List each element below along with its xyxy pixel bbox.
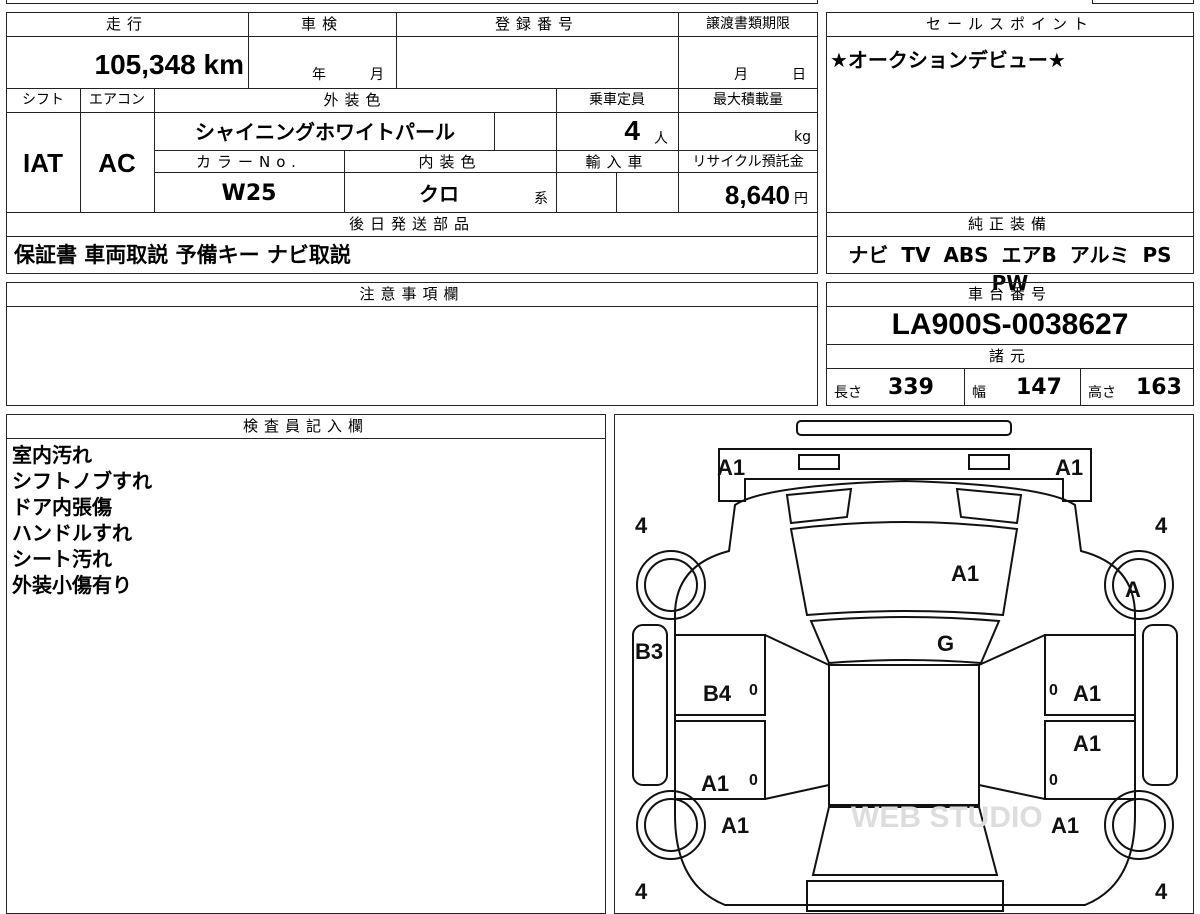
tire-front-left: 4: [635, 513, 648, 538]
shift-header: シフト: [22, 92, 64, 108]
mark-door-front-right: A1: [1073, 681, 1101, 706]
sales-point-value: ★オークションデビュー★: [830, 48, 1066, 72]
color-no-header: カラーNo.: [196, 153, 302, 171]
mark-door-rear-right: A1: [1073, 731, 1101, 756]
mark-door-rear-left: A1: [701, 771, 729, 796]
mark-rear-right: A1: [1051, 813, 1079, 838]
mark-zero: 0: [749, 682, 758, 699]
capacity-unit: 人: [654, 131, 668, 147]
specs-header: 諸元: [988, 347, 1031, 365]
mark-zero: 0: [749, 772, 758, 789]
inspector-note: 室内汚れ: [12, 443, 92, 467]
exterior-color-header: 外装色: [323, 91, 387, 109]
exterior-color-value: シャイニングホワイトパール: [195, 120, 455, 144]
inspector-note: ドア内張傷: [12, 495, 112, 519]
car-diagram-box: 4 4 4 4 A1 A1 A1 A G B3 B4 A1 A1 A1 A1 A…: [614, 414, 1194, 914]
transfer-day: 日: [792, 67, 806, 83]
width-value: 147: [1016, 375, 1062, 400]
chassis-header: 車台番号: [967, 285, 1052, 303]
height-value: 163: [1136, 375, 1182, 400]
mark-fender-left: B3: [635, 639, 663, 664]
max-load-unit: kg: [794, 129, 811, 145]
mark-door-front-left: B4: [703, 681, 732, 706]
mark-front-right: A1: [1055, 455, 1083, 480]
later-parts-value: 保証書 車両取説 予備キー ナビ取説: [14, 243, 351, 267]
height-label: 高さ: [1088, 385, 1116, 401]
later-parts-header: 後日発送部品: [348, 215, 475, 233]
recycle-header: リサイクル預託金: [692, 154, 804, 170]
car-diagram: 4 4 4 4 A1 A1 A1 A G B3 B4 A1 A1 A1 A1 A…: [632, 420, 1178, 912]
mark-front-left: A1: [717, 455, 745, 480]
mark-wheel-fr: A: [1125, 577, 1141, 602]
interior-suffix: 系: [534, 191, 548, 207]
top-strip-right: [1092, 0, 1194, 4]
genuine-equipment-header: 純正装備: [967, 215, 1052, 233]
recycle-unit: 円: [794, 191, 808, 207]
inspector-note: 外装小傷有り: [12, 573, 132, 597]
inspection-month: 月: [370, 67, 384, 83]
registration-header: 登録番号: [494, 15, 579, 33]
top-strip: [6, 0, 818, 4]
inspector-note: シフトノブすれ: [12, 469, 152, 493]
transfer-month: 月: [734, 67, 748, 83]
inspector-notes-list: 室内汚れ シフトノブすれ ドア内張傷 ハンドルすれ シート汚れ 外装小傷有り: [12, 442, 152, 598]
notes-header: 注意事項欄: [359, 285, 465, 303]
inspector-note: ハンドルすれ: [12, 521, 132, 545]
color-no-value: W25: [221, 181, 277, 206]
width-label: 幅: [972, 385, 986, 401]
import-header: 輸入車: [585, 153, 649, 171]
max-load-header: 最大積載量: [713, 92, 783, 108]
length-value: 339: [888, 375, 934, 400]
inspector-note: シート汚れ: [12, 547, 112, 571]
interior-color-header: 内装色: [418, 153, 482, 171]
inspection-year: 年: [312, 67, 326, 83]
transfer-deadline-header: 譲渡書類期限: [706, 16, 790, 32]
inspector-header: 検査員記入欄: [242, 417, 369, 435]
mark-hood: A1: [951, 561, 979, 586]
recycle-fee-value: 8,640: [724, 180, 790, 210]
shift-value: IAT: [23, 148, 63, 178]
tire-rear-right: 4: [1155, 879, 1168, 904]
mileage-value: 105,348 km: [94, 49, 244, 80]
mileage-header: 走行: [105, 15, 148, 33]
interior-color-value: クロ: [419, 182, 459, 206]
length-label: 長さ: [834, 385, 862, 401]
inspection-header: 車検: [300, 15, 343, 33]
mark-zero: 0: [1049, 772, 1058, 789]
tire-rear-left: 4: [635, 879, 648, 904]
chassis-number: LA900S-0038627: [891, 308, 1129, 341]
capacity-value: 4: [624, 115, 640, 146]
tire-front-right: 4: [1155, 513, 1168, 538]
mark-zero: 0: [1049, 682, 1058, 699]
mark-windshield: G: [937, 631, 954, 656]
watermark: WEB STUDIO: [851, 801, 1043, 834]
mark-rear-left: A1: [721, 813, 749, 838]
aircon-header: エアコン: [89, 92, 145, 108]
capacity-header: 乗車定員: [589, 92, 645, 108]
aircon-value: AC: [98, 148, 136, 178]
sales-point-header: セールスポイント: [925, 15, 1094, 33]
